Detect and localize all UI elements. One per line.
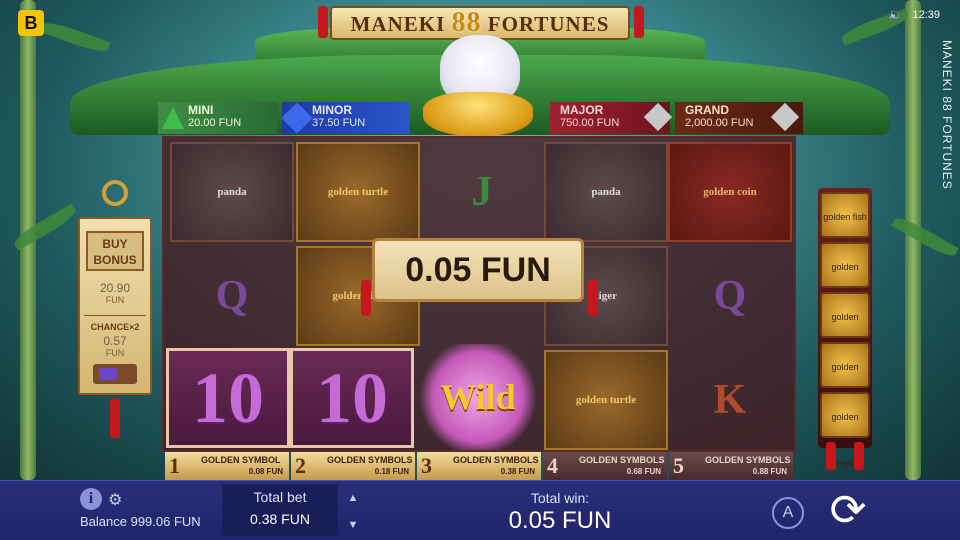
buy-bonus-unit: FUN [105,295,125,305]
title-part: FORTUNES [481,12,610,36]
symbol-panda: panda [170,142,294,242]
speaker-icon[interactable]: 🔈 [889,8,903,21]
rail-symbol: golden turtle [820,242,870,318]
hanging-ring [102,180,128,206]
golden-collect-4: 4 GOLDEN SYMBOLS 0.68 FUN [543,452,667,480]
tassel [110,398,120,438]
collect-value: 0.08 FUN [248,467,283,476]
total-win-value: 0.05 FUN [508,507,612,534]
buy-bonus-panel: BUY BONUS 20.90 FUN CHANCE×2 0.57 FUN [78,217,152,395]
chance-unit: FUN [105,348,125,358]
brand-logo: B [18,10,44,36]
diamond-gem-icon [281,102,313,134]
symbol-k: K [713,377,747,423]
title-number: 88 [451,7,482,38]
golden-collect-3: 3 GOLDEN SYMBOLS 0.38 FUN [417,452,541,480]
system-status: 🔈 12:39 [889,8,940,22]
collect-value: 0.88 FUN [752,467,787,476]
info-icon[interactable]: i [80,488,102,510]
tassel [826,442,836,470]
bet-increase-arrow-icon[interactable]: ▲ [346,491,360,505]
jackpot-mini: MINI 20.00 FUN [158,102,278,134]
collect-label: GOLDEN SYMBOLS [327,455,413,465]
title-part: MANEKI [350,12,452,36]
collect-count: 5 [673,453,684,478]
collect-count: 1 [169,453,180,478]
collect-count: 4 [547,453,558,478]
symbol-panda: panda [544,142,668,242]
balance-display: Balance 999.06 FUN [80,514,201,529]
spin-button[interactable]: ⟳ [820,486,876,536]
tassel [634,6,644,38]
total-bet-label: Total bet [253,489,307,505]
rail-symbol: golden dragon [820,392,870,468]
collect-label: GOLDEN SYMBOL [201,455,281,465]
rail-symbol: golden tiger [820,342,870,418]
golden-collect-1: 1 GOLDEN SYMBOL 0.08 FUN [165,452,289,480]
jackpot-value: 20.00 FUN [188,117,242,129]
golden-collect-2: 2 GOLDEN SYMBOLS 0.18 FUN [291,452,415,480]
tassel [361,280,371,316]
gear-icon[interactable]: ⚙ [108,490,122,510]
symbol-10-winning: 10 [166,348,290,448]
symbol-wild-lotus: Wild [416,344,540,450]
total-win-label: Total win: [530,490,590,506]
clock-time: 12:39 [912,8,940,21]
chance-value: 0.57 [103,334,127,348]
symbol-q: Q [215,273,249,319]
jackpot-minor: MINOR 37.50 FUN [281,102,410,134]
collect-value: 0.18 FUN [374,467,409,476]
autoplay-button[interactable]: A [772,497,804,529]
collect-count: 2 [295,453,306,478]
bet-decrease-arrow-icon[interactable]: ▼ [346,518,360,532]
symbol-10-winning: 10 [290,348,414,448]
total-bet-value: 0.38 FUN [250,511,310,527]
collect-count: 3 [421,453,432,478]
jackpot-name: MINI [188,103,214,117]
rail-symbol: golden fish [820,192,870,238]
side-game-title: MANEKI 88 FORTUNES [940,40,954,190]
leaf [39,18,111,56]
jackpot-major: MAJOR 750.00 FUN [550,102,673,134]
buy-bonus-button[interactable]: BUY BONUS [86,231,144,271]
leaf [891,213,959,261]
symbol-golden-turtle: golden turtle [296,142,420,242]
collect-value: 0.68 FUN [626,467,661,476]
win-amount-popup: 0.05 FUN [372,238,584,302]
symbol-golden-coin: golden coin [668,142,792,242]
collect-value: 0.38 FUN [500,467,535,476]
jackpot-value: 37.50 FUN [312,117,366,129]
jackpot-grand: GRAND 2,000.00 FUN [675,102,803,134]
tassel [318,6,328,38]
triangle-gem-icon [162,107,184,129]
symbol-q: Q [713,273,747,319]
rail-symbol: golden phoenix [820,292,870,368]
tassel [854,442,864,470]
chance-toggle[interactable] [93,364,137,384]
collect-label: GOLDEN SYMBOLS [579,455,665,465]
collect-label: GOLDEN SYMBOLS [453,455,539,465]
gold-ingot [423,92,533,136]
jackpot-name: MINOR [312,103,352,117]
symbol-j: J [471,169,493,215]
divider [84,315,146,316]
buy-bonus-price: 20.90 [99,281,131,295]
symbol-golden-turtle: golden turtle [544,350,668,450]
golden-collect-5: 5 GOLDEN SYMBOLS 0.88 FUN [669,452,793,480]
chance-label: CHANCE×2 [90,322,140,332]
collect-label: GOLDEN SYMBOLS [705,455,791,465]
tassel [588,280,598,316]
